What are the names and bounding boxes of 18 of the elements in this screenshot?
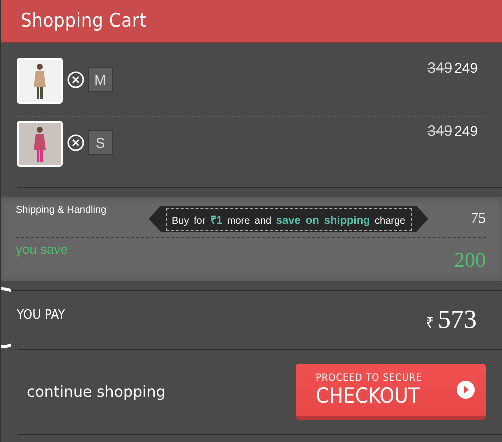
sale-price: 249 — [454, 123, 478, 139]
sale-price: 249 — [454, 60, 478, 76]
savings-amount: 200 — [454, 248, 486, 273]
savings-label: you save — [16, 242, 68, 259]
remove-icon[interactable] — [67, 71, 85, 89]
continue-shopping-link[interactable]: continue shopping — [27, 383, 166, 401]
shipping-label: Shipping & Handling — [16, 205, 108, 216]
remove-icon[interactable] — [67, 134, 85, 152]
total-label: YOU PAY — [17, 308, 66, 322]
checkout-button[interactable]: PROCEED TO SECURE CHECKOUT — [296, 364, 486, 420]
offer-text: Buy for ₹1 more and save on shipping charge — [166, 208, 412, 230]
ring-icon — [1, 287, 11, 349]
size-label: M — [88, 67, 113, 92]
shipping-amount: 75 — [471, 210, 486, 228]
total-amount: ₹573 — [426, 305, 477, 335]
size-label: S — [88, 130, 113, 155]
play-icon — [456, 380, 476, 400]
cart-title: Shopping Cart — [21, 10, 147, 32]
